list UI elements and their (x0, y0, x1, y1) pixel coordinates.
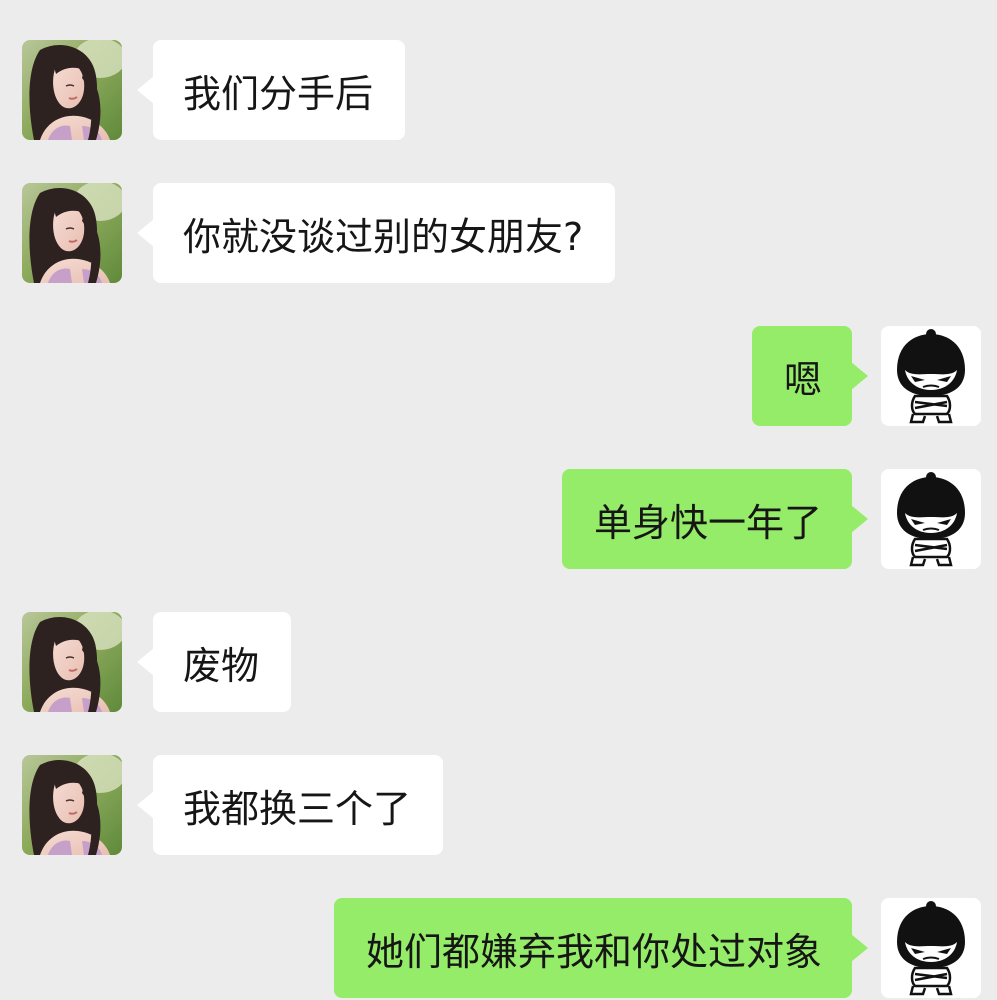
girl-photo-avatar-icon (22, 755, 122, 855)
my-avatar[interactable] (881, 326, 981, 426)
message-row: 她们都嫌弃我和你处过对象 (0, 898, 997, 998)
my-avatar[interactable] (881, 898, 981, 998)
outgoing-message-bubble[interactable]: 她们都嫌弃我和你处过对象 (333, 898, 869, 998)
message-row: 嗯 (0, 326, 997, 426)
message-text: 废物 (183, 643, 260, 688)
message-row: 单身快一年了 (0, 469, 997, 569)
my-avatar[interactable] (881, 469, 981, 569)
message-text: 我都换三个了 (183, 786, 412, 831)
outgoing-message-bubble[interactable]: 嗯 (751, 326, 869, 426)
incoming-message-bubble[interactable]: 我们分手后 (136, 40, 406, 140)
contact-avatar[interactable] (22, 183, 122, 283)
girl-photo-avatar-icon (22, 40, 122, 140)
contact-avatar[interactable] (22, 755, 122, 855)
message-text: 她们都嫌弃我和你处过对象 (365, 929, 822, 974)
cartoon-character-avatar-icon (881, 469, 981, 569)
outgoing-message-bubble[interactable]: 单身快一年了 (561, 469, 869, 569)
message-text: 你就没谈过别的女朋友? (183, 214, 584, 259)
incoming-message-bubble[interactable]: 你就没谈过别的女朋友? (136, 183, 616, 283)
message-text: 嗯 (783, 357, 822, 402)
message-row: 废物 (0, 612, 997, 712)
cartoon-character-avatar-icon (881, 898, 981, 998)
message-text: 单身快一年了 (593, 500, 822, 545)
contact-avatar[interactable] (22, 40, 122, 140)
contact-avatar[interactable] (22, 612, 122, 712)
incoming-message-bubble[interactable]: 我都换三个了 (136, 755, 444, 855)
cartoon-character-avatar-icon (881, 326, 981, 426)
incoming-message-bubble[interactable]: 废物 (136, 612, 292, 712)
message-text: 我们分手后 (183, 71, 374, 116)
message-row: 你就没谈过别的女朋友? (0, 183, 997, 283)
chat-window: 我们分手后 你就没谈过别的女朋友? 嗯 单身快一年了 废物 我都换三个了 她们都… (0, 0, 997, 1000)
girl-photo-avatar-icon (22, 612, 122, 712)
message-row: 我们分手后 (0, 40, 997, 140)
message-row: 我都换三个了 (0, 755, 997, 855)
girl-photo-avatar-icon (22, 183, 122, 283)
